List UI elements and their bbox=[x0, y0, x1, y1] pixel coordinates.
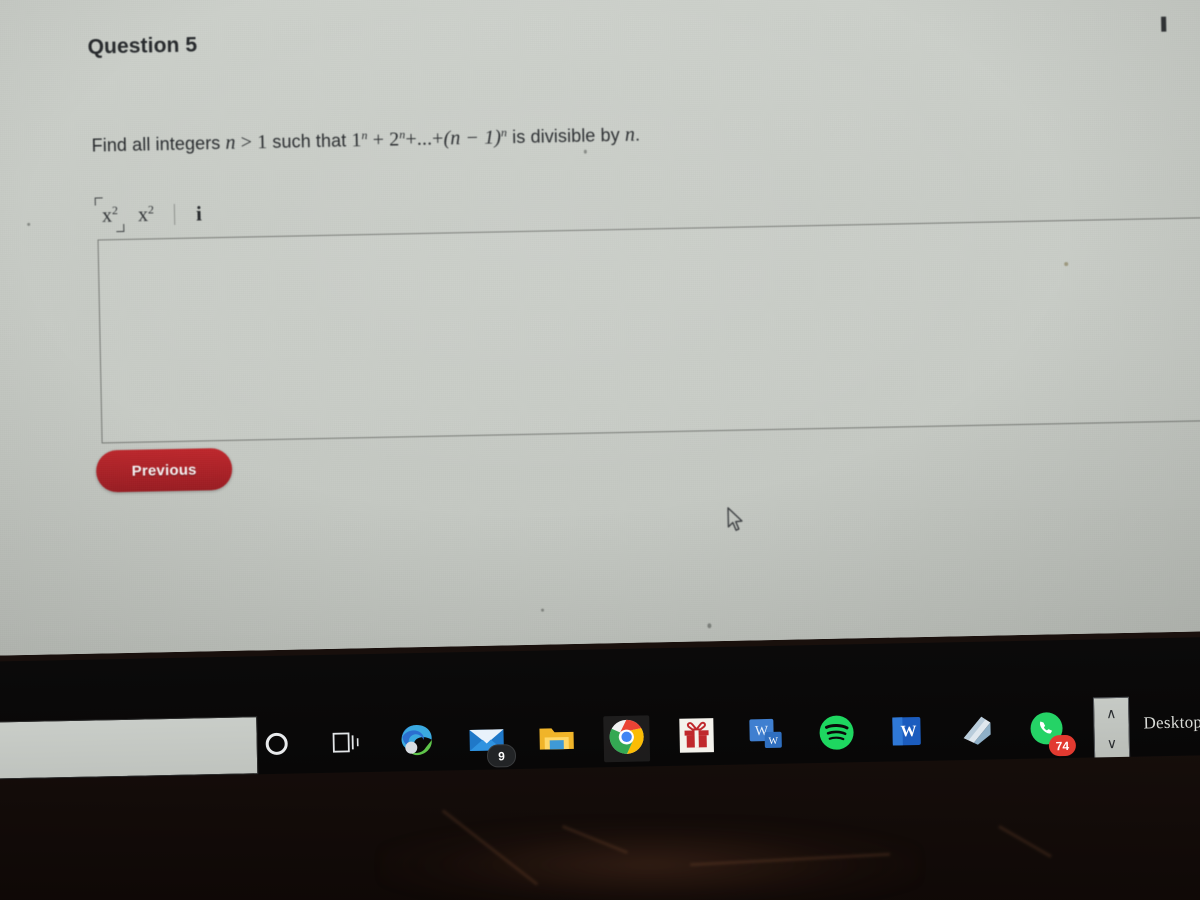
taskbar-item-gift[interactable] bbox=[673, 714, 720, 761]
taskbar-item-wps-office[interactable]: W W bbox=[743, 713, 790, 760]
dust-speck bbox=[541, 608, 545, 612]
subscript-button-exp: 2 bbox=[111, 203, 119, 218]
dust-speck bbox=[1064, 262, 1069, 267]
spotify-icon bbox=[817, 713, 856, 757]
prompt-mid: such that bbox=[267, 130, 352, 153]
taskbar-item-file-explorer[interactable] bbox=[533, 717, 580, 764]
scroll-control[interactable]: ∧ ∨ bbox=[1092, 696, 1131, 760]
svg-text:W: W bbox=[768, 735, 778, 746]
chrome-icon bbox=[607, 717, 646, 761]
chevron-down-icon[interactable]: ∨ bbox=[1107, 734, 1118, 751]
taskbar-item-chrome[interactable] bbox=[603, 715, 651, 763]
taskbar-item-edge[interactable] bbox=[393, 720, 440, 767]
plus-sign: + bbox=[367, 128, 390, 152]
windows-taskbar: 9 W W W 74 ∧ ∨ Desktop bbox=[0, 636, 1200, 780]
taskbar-item-word[interactable]: W bbox=[883, 710, 930, 757]
mouse-cursor bbox=[726, 507, 747, 535]
folder-icon bbox=[536, 721, 577, 759]
circle-icon bbox=[262, 729, 291, 763]
math-editor-toolbar: x2 x2 i bbox=[99, 197, 206, 231]
taskbar-item-task-view[interactable] bbox=[323, 721, 370, 768]
taskbar-item-whatsapp[interactable]: 74 bbox=[1023, 707, 1077, 757]
superscript-button[interactable]: x2 bbox=[135, 201, 158, 227]
svg-text:W: W bbox=[900, 723, 916, 740]
term1-base: 1 bbox=[351, 129, 362, 152]
screen-smudge: ❚ bbox=[1157, 14, 1171, 33]
taskbar-item-notes[interactable] bbox=[953, 708, 1000, 755]
notes-icon bbox=[957, 712, 996, 752]
previous-button[interactable]: Previous bbox=[95, 447, 233, 493]
prompt-relation: > bbox=[235, 131, 258, 154]
toolbar-divider bbox=[173, 203, 176, 225]
desktop-label[interactable]: Desktop bbox=[1143, 712, 1200, 733]
prompt-one: 1 bbox=[256, 131, 268, 154]
whatsapp-badge: 74 bbox=[1048, 734, 1077, 757]
dust-speck bbox=[27, 222, 31, 226]
taskbar-item-mail[interactable]: 9 bbox=[463, 718, 517, 768]
question-prompt: Find all integers n > 1 such that 1n + 2… bbox=[91, 123, 640, 158]
page-title: Question 5 bbox=[87, 33, 198, 59]
ellipsis-plus: +...+ bbox=[405, 127, 444, 151]
superscript-button-label: x bbox=[137, 204, 149, 227]
answer-input[interactable] bbox=[97, 215, 1200, 444]
wps-icon: W W bbox=[747, 716, 786, 756]
taskbar-item-cortana[interactable] bbox=[253, 722, 300, 769]
word-icon: W bbox=[888, 713, 925, 753]
superscript-button-exp: 2 bbox=[147, 202, 155, 217]
monitor-screen: Question 5 Find all integers n > 1 such … bbox=[0, 0, 1200, 656]
prompt-lead: Find all integers bbox=[91, 132, 226, 156]
info-icon[interactable]: i bbox=[192, 201, 206, 226]
quiz-content: Question 5 Find all integers n > 1 such … bbox=[0, 0, 1200, 656]
prompt-var-n: n bbox=[225, 131, 236, 154]
subscript-button-label: x bbox=[101, 205, 113, 228]
subscript-button[interactable]: x2 bbox=[99, 202, 122, 228]
term2-base: 2 bbox=[389, 128, 400, 151]
prompt-period: . bbox=[634, 124, 641, 145]
gift-icon bbox=[678, 717, 715, 759]
ambient-light-reflection bbox=[380, 820, 920, 900]
term3-base: (n − 1) bbox=[443, 126, 502, 150]
search-input[interactable] bbox=[0, 716, 259, 780]
task-view-icon bbox=[330, 729, 363, 761]
dust-speck bbox=[583, 149, 587, 154]
chevron-up-icon[interactable]: ∧ bbox=[1106, 705, 1117, 722]
dust-speck bbox=[707, 623, 712, 629]
prompt-tail: is divisible by bbox=[506, 124, 626, 148]
photograph-of-screen: Question 5 Find all integers n > 1 such … bbox=[0, 0, 1200, 900]
edge-icon bbox=[396, 720, 437, 766]
taskbar-item-spotify[interactable] bbox=[813, 711, 860, 758]
mail-badge: 9 bbox=[486, 744, 517, 768]
